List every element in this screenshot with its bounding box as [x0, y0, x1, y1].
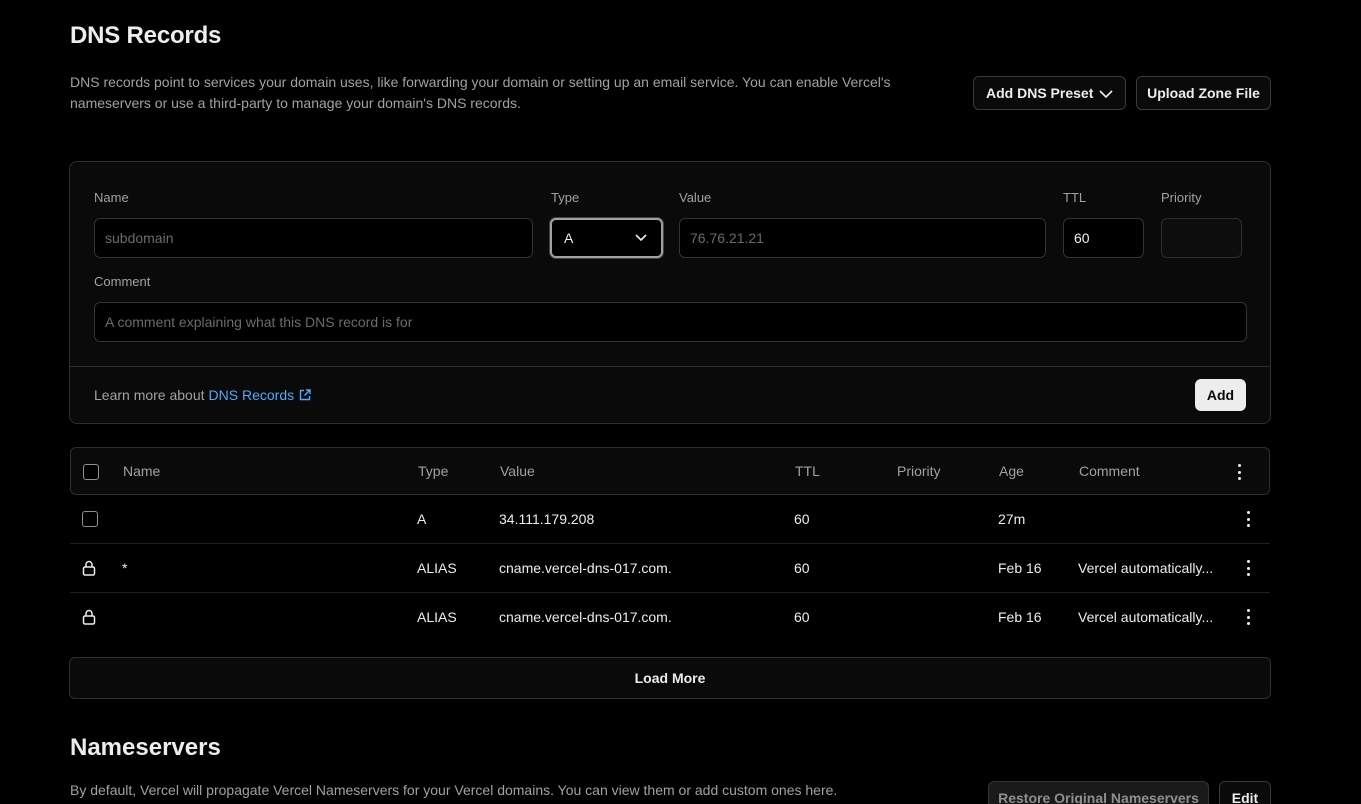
load-more-button[interactable]: Load More — [69, 657, 1271, 699]
row-actions-icon[interactable] — [1240, 607, 1256, 627]
ttl-label: TTL — [1063, 190, 1087, 205]
cell-ttl: 60 — [794, 609, 810, 625]
nameservers-description: By default, Vercel will propagate Vercel… — [70, 782, 838, 798]
name-label: Name — [94, 190, 129, 205]
column-type[interactable]: Type — [418, 463, 448, 479]
select-all-checkbox[interactable] — [83, 464, 99, 480]
table-header: Name Type Value TTL Priority Age Comment — [70, 447, 1270, 495]
page-title: DNS Records — [70, 22, 222, 49]
add-dns-preset-button[interactable]: Add DNS Preset — [973, 76, 1126, 110]
chevron-down-icon — [1099, 90, 1113, 99]
edit-nameservers-button[interactable]: Edit — [1219, 781, 1271, 804]
comment-placeholder: A comment explaining what this DNS recor… — [105, 314, 413, 330]
column-ttl[interactable]: TTL — [795, 463, 820, 479]
dns-records-table: Name Type Value TTL Priority Age Comment… — [70, 447, 1270, 642]
cell-comment: Vercel automatically... — [1078, 560, 1214, 576]
add-button[interactable]: Add — [1195, 379, 1246, 411]
external-link-icon[interactable] — [299, 389, 311, 401]
row-actions-icon[interactable] — [1240, 558, 1256, 578]
name-placeholder: subdomain — [105, 230, 174, 246]
column-value[interactable]: Value — [500, 463, 535, 479]
form-footer: Learn more about DNS Records Add — [70, 366, 1270, 423]
column-age[interactable]: Age — [999, 463, 1024, 479]
cell-type: ALIAS — [417, 560, 457, 576]
cell-ttl: 60 — [794, 511, 810, 527]
column-priority[interactable]: Priority — [897, 463, 941, 479]
value-placeholder: 76.76.21.21 — [690, 230, 764, 246]
cell-name: * — [122, 560, 128, 576]
more-vertical-icon[interactable] — [1231, 462, 1247, 482]
type-label: Type — [551, 190, 580, 205]
chevron-down-icon — [635, 234, 647, 242]
cell-type: A — [417, 511, 427, 527]
page-description: DNS records point to services your domai… — [70, 74, 891, 111]
ttl-value: 60 — [1074, 230, 1090, 246]
cell-ttl: 60 — [794, 560, 810, 576]
priority-input[interactable] — [1161, 218, 1242, 258]
name-input[interactable]: subdomain — [94, 218, 533, 258]
row-actions-icon[interactable] — [1240, 509, 1256, 529]
learn-more: Learn more about DNS Records — [94, 387, 311, 403]
cell-value: cname.vercel-dns-017.com. — [499, 560, 672, 576]
comment-input[interactable]: A comment explaining what this DNS recor… — [94, 302, 1247, 342]
column-comment[interactable]: Comment — [1079, 463, 1140, 479]
cell-age: Feb 16 — [998, 560, 1042, 576]
comment-label: Comment — [94, 274, 151, 289]
dns-records-link[interactable]: DNS Records — [209, 387, 295, 403]
type-select[interactable]: A — [550, 218, 663, 258]
cell-type: ALIAS — [417, 609, 457, 625]
nameservers-title: Nameservers — [70, 734, 221, 761]
lock-icon — [82, 609, 96, 625]
table-row: * ALIAS cname.vercel-dns-017.com. 60 Feb… — [70, 544, 1270, 593]
type-select-value: A — [564, 230, 574, 246]
add-record-form: Name subdomain Type A Value 76.76.21.21 … — [69, 161, 1271, 424]
table-row: A 34.111.179.208 60 27m — [70, 495, 1270, 544]
cell-value: 34.111.179.208 — [499, 511, 595, 527]
column-name[interactable]: Name — [123, 463, 160, 479]
value-input[interactable]: 76.76.21.21 — [679, 218, 1046, 258]
priority-label: Priority — [1161, 190, 1202, 205]
cell-age: Feb 16 — [998, 609, 1042, 625]
cell-comment: Vercel automatically... — [1078, 609, 1214, 625]
upload-zone-file-button[interactable]: Upload Zone File — [1136, 76, 1271, 110]
value-label: Value — [679, 190, 712, 205]
add-dns-preset-label: Add DNS Preset — [986, 85, 1094, 101]
row-checkbox[interactable] — [82, 511, 98, 527]
table-row: ALIAS cname.vercel-dns-017.com. 60 Feb 1… — [70, 593, 1270, 642]
learn-more-text: Learn more about — [94, 387, 205, 403]
cell-value: cname.vercel-dns-017.com. — [499, 609, 672, 625]
ttl-input[interactable]: 60 — [1063, 218, 1144, 258]
lock-icon — [82, 560, 96, 576]
restore-nameservers-button[interactable]: Restore Original Nameservers — [988, 781, 1209, 804]
cell-age: 27m — [998, 511, 1026, 527]
